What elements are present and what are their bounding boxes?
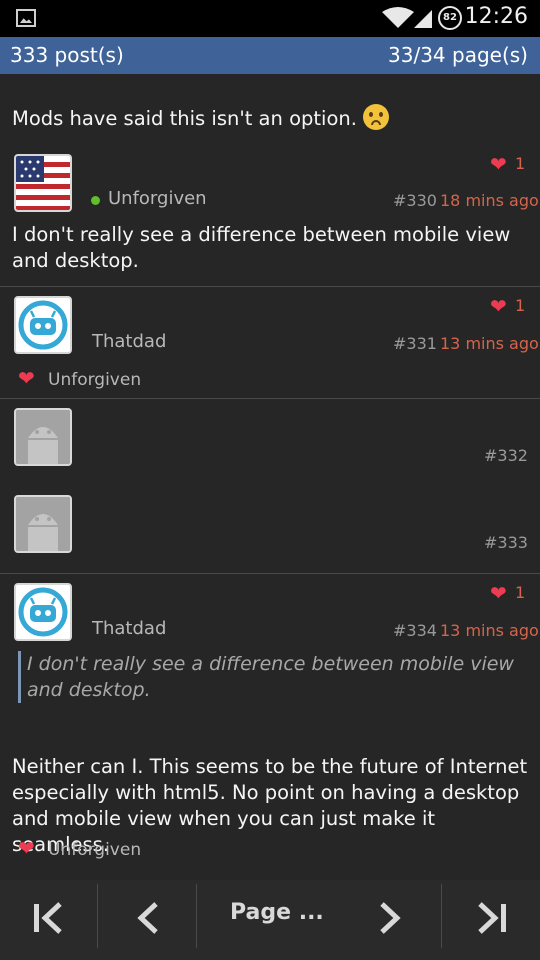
american-flag-icon <box>16 156 70 210</box>
image-icon <box>16 9 36 27</box>
worried-face-icon <box>363 104 390 130</box>
avatar[interactable] <box>14 154 72 212</box>
post-time: 13 mins ago <box>440 334 539 353</box>
heart-icon[interactable]: ❤ <box>490 583 507 603</box>
like-count: 1 <box>515 154 526 173</box>
signal-icon <box>414 10 432 28</box>
post-number: #330 <box>393 191 437 210</box>
post-number: #332 <box>484 446 528 465</box>
first-page-icon[interactable] <box>30 898 66 938</box>
last-page-icon[interactable] <box>474 898 510 938</box>
post-count: 333 post(s) <box>10 43 124 67</box>
avatar[interactable] <box>14 408 72 466</box>
liked-by[interactable]: Unforgiven <box>48 370 141 390</box>
android-default-icon <box>16 410 70 464</box>
post-number: #333 <box>484 533 528 552</box>
cyanogenmod-icon <box>16 298 70 352</box>
heart-icon: ❤ <box>18 366 35 390</box>
wifi-icon <box>382 7 432 28</box>
avatar[interactable] <box>14 583 72 641</box>
like-count: 1 <box>515 296 526 315</box>
username[interactable]: Unforgiven <box>108 188 207 209</box>
previous-page-icon[interactable] <box>130 898 166 938</box>
battery-icon: 82 <box>438 6 462 30</box>
divider <box>0 398 540 399</box>
page-info-bar: 333 post(s) 33/34 page(s) <box>0 37 540 74</box>
post-text: Mods have said this isn't an option. <box>12 104 532 132</box>
online-status-icon <box>91 196 100 205</box>
thread-content[interactable]: Mods have said this isn't an option. Unf… <box>0 74 540 880</box>
divider <box>196 884 197 948</box>
like-count: 1 <box>515 583 526 602</box>
liked-by[interactable]: Unforgiven <box>48 840 141 860</box>
avatar[interactable] <box>14 296 72 354</box>
divider <box>0 286 540 287</box>
post-number: #334 <box>393 621 437 640</box>
username[interactable]: Thatdad <box>92 331 166 352</box>
quote-block: I don't really see a difference between … <box>18 651 540 703</box>
cyanogenmod-icon <box>16 585 70 639</box>
divider <box>0 573 540 574</box>
post-number: #331 <box>393 334 437 353</box>
pagination-bar: Page ... <box>0 880 540 960</box>
status-bar: 82 12:26 <box>0 0 540 37</box>
post-time: 18 mins ago <box>440 191 539 210</box>
next-page-icon[interactable] <box>372 898 408 938</box>
post-text: I don't really see a difference between … <box>12 223 511 272</box>
username[interactable]: Thatdad <box>92 618 166 639</box>
heart-icon[interactable]: ❤ <box>490 154 507 174</box>
page-count[interactable]: 33/34 page(s) <box>388 43 528 67</box>
android-default-icon <box>16 497 70 551</box>
heart-icon: ❤ <box>18 836 35 860</box>
post-time: 13 mins ago <box>440 621 539 640</box>
clock: 12:26 <box>464 4 528 29</box>
page-select-button[interactable]: Page ... <box>230 900 324 925</box>
divider <box>97 884 98 948</box>
heart-icon[interactable]: ❤ <box>490 296 507 316</box>
avatar[interactable] <box>14 495 72 553</box>
divider <box>441 884 442 948</box>
